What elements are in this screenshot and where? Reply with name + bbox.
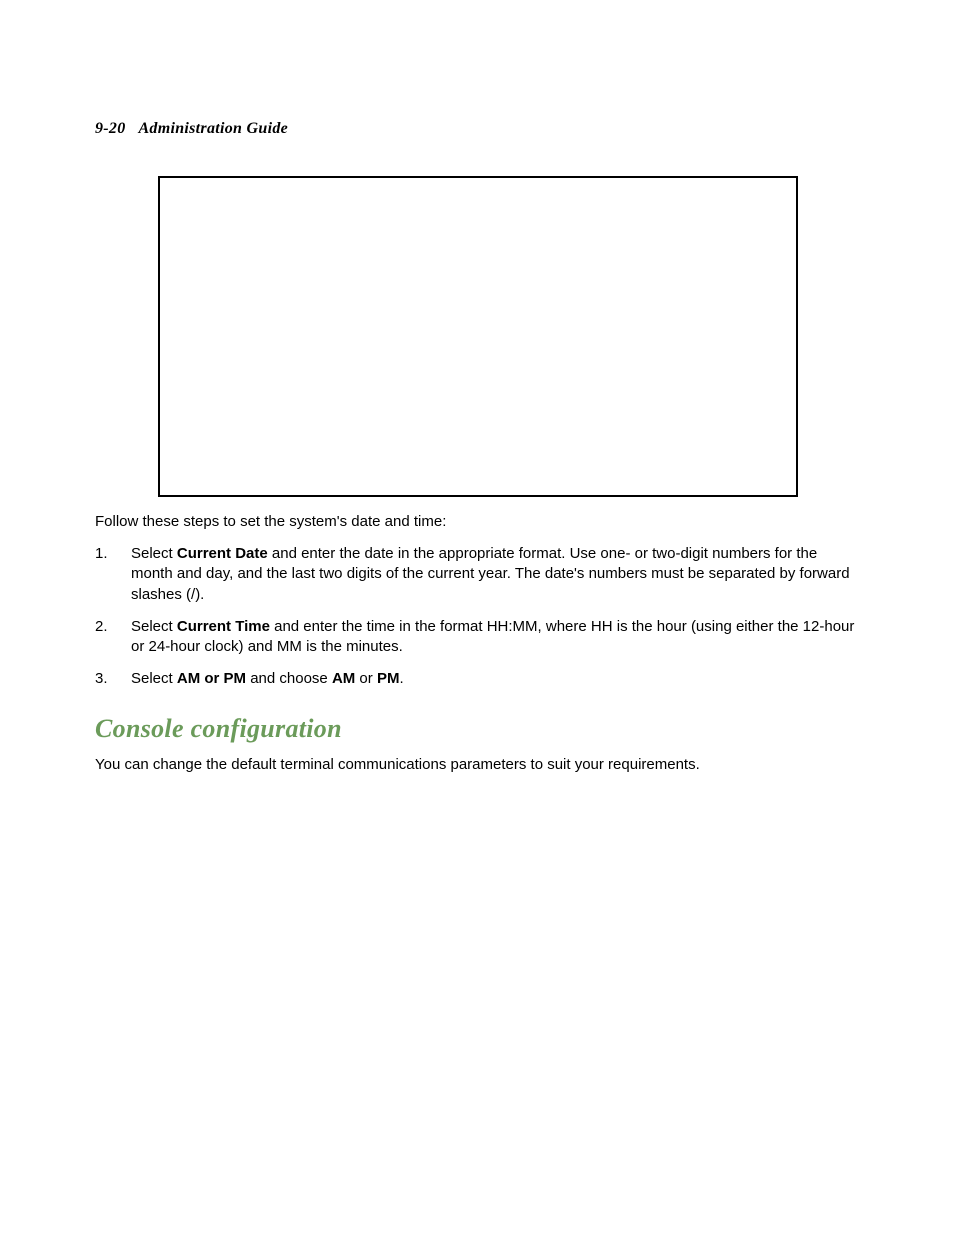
step-text: Select	[131, 618, 177, 635]
figure-placeholder	[158, 176, 798, 497]
step-text: or	[355, 670, 377, 687]
step-bold: Current Date	[177, 545, 268, 562]
step-bold: PM	[377, 670, 400, 687]
step-text: and choose	[246, 670, 332, 687]
section-heading: Console configuration	[95, 714, 859, 744]
steps-list: Select Current Date and enter the date i…	[95, 544, 859, 690]
intro-text: Follow these steps to set the system's d…	[95, 511, 859, 532]
page-number: 9-20	[95, 120, 126, 137]
step-text: Select	[131, 545, 177, 562]
step-bold: AM	[332, 670, 355, 687]
step-bold: Current Time	[177, 618, 270, 635]
step-item: Select Current Time and enter the time i…	[95, 617, 859, 658]
step-text: .	[399, 670, 403, 687]
step-item: Select Current Date and enter the date i…	[95, 544, 859, 605]
page-header: 9-20 Administration Guide	[95, 120, 859, 138]
guide-title: Administration Guide	[138, 120, 288, 137]
step-text: Select	[131, 670, 177, 687]
step-bold: AM or PM	[177, 670, 246, 687]
section-body: You can change the default terminal comm…	[95, 754, 859, 775]
step-item: Select AM or PM and choose AM or PM.	[95, 669, 859, 689]
